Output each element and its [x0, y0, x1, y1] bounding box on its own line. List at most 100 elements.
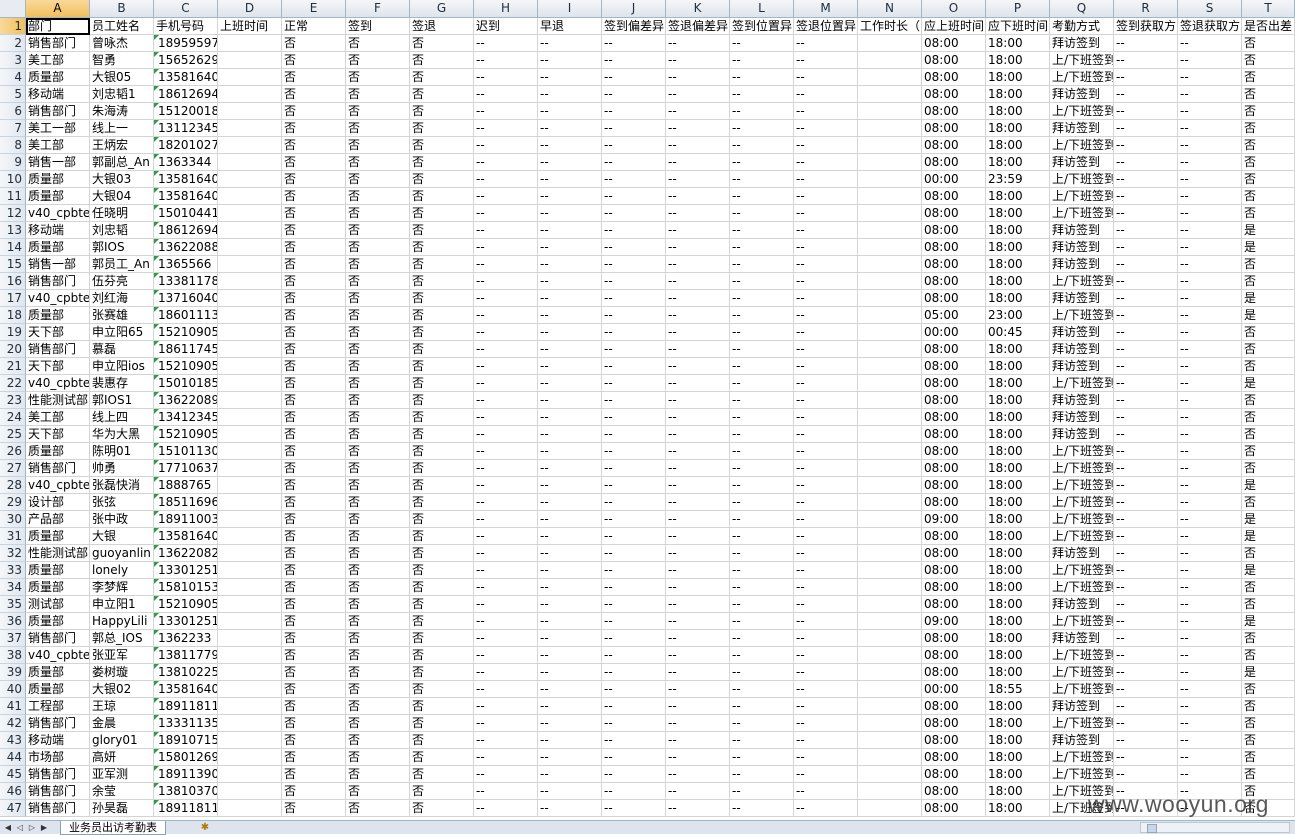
table-cell[interactable]: 08:00 [922, 409, 986, 426]
table-cell[interactable]: -- [1178, 698, 1242, 715]
table-cell[interactable]: -- [1178, 715, 1242, 732]
table-cell[interactable]: 否 [1242, 86, 1295, 103]
column-header-d[interactable]: D [218, 0, 282, 18]
table-cell[interactable]: 08:00 [922, 35, 986, 52]
table-cell[interactable]: 否 [410, 528, 474, 545]
table-cell[interactable]: 否 [346, 69, 410, 86]
table-cell[interactable]: 15801269933 [154, 749, 218, 766]
table-cell[interactable] [218, 630, 282, 647]
table-cell[interactable]: -- [1114, 511, 1178, 528]
table-cell[interactable] [218, 511, 282, 528]
table-cell[interactable]: 否 [282, 222, 346, 239]
table-cell[interactable]: -- [794, 800, 858, 817]
table-cell[interactable]: 否 [346, 562, 410, 579]
table-cell[interactable]: 大银 [90, 528, 154, 545]
table-cell[interactable]: 否 [346, 273, 410, 290]
table-cell[interactable]: -- [794, 188, 858, 205]
table-cell[interactable] [858, 596, 922, 613]
table-cell[interactable]: -- [538, 103, 602, 120]
table-cell[interactable]: 08:00 [922, 222, 986, 239]
table-cell[interactable]: 否 [346, 494, 410, 511]
table-cell[interactable]: -- [474, 375, 538, 392]
table-cell[interactable]: -- [538, 188, 602, 205]
table-cell[interactable]: 上/下班签到 [1050, 494, 1114, 511]
table-cell[interactable]: 否 [410, 732, 474, 749]
table-cell[interactable]: 否 [410, 630, 474, 647]
table-cell[interactable]: 上/下班签到 [1050, 477, 1114, 494]
table-cell[interactable]: 05:00 [922, 307, 986, 324]
table-cell[interactable]: -- [666, 715, 730, 732]
table-cell[interactable]: 否 [346, 290, 410, 307]
header-cell[interactable]: 工作时长（ [858, 18, 922, 35]
table-cell[interactable]: 18:00 [986, 409, 1050, 426]
table-cell[interactable]: -- [730, 256, 794, 273]
table-cell[interactable]: -- [666, 103, 730, 120]
table-cell[interactable]: -- [474, 460, 538, 477]
table-cell[interactable]: -- [1178, 222, 1242, 239]
table-cell[interactable]: 张弦 [90, 494, 154, 511]
table-cell[interactable]: -- [666, 324, 730, 341]
row-header[interactable]: 7 [0, 120, 26, 137]
table-cell[interactable]: -- [538, 800, 602, 817]
table-cell[interactable]: -- [730, 35, 794, 52]
table-cell[interactable]: 18911811509 [154, 698, 218, 715]
table-cell[interactable]: 否 [346, 443, 410, 460]
table-cell[interactable]: 否 [410, 562, 474, 579]
table-cell[interactable]: 任晓明 [90, 205, 154, 222]
table-cell[interactable]: 智勇 [90, 52, 154, 69]
column-header-j[interactable]: J [602, 0, 666, 18]
table-cell[interactable] [218, 443, 282, 460]
table-cell[interactable]: 上/下班签到 [1050, 307, 1114, 324]
table-cell[interactable]: 上/下班签到 [1050, 171, 1114, 188]
table-cell[interactable]: 08:00 [922, 358, 986, 375]
column-header-o[interactable]: O [922, 0, 986, 18]
table-cell[interactable]: -- [602, 392, 666, 409]
table-cell[interactable]: 美工部 [26, 137, 90, 154]
table-cell[interactable]: -- [1114, 647, 1178, 664]
table-cell[interactable]: 否 [410, 511, 474, 528]
table-cell[interactable]: 否 [1242, 273, 1295, 290]
table-cell[interactable]: -- [730, 69, 794, 86]
table-cell[interactable]: 否 [410, 766, 474, 783]
table-cell[interactable]: -- [1178, 426, 1242, 443]
table-cell[interactable]: -- [666, 137, 730, 154]
table-cell[interactable]: -- [794, 681, 858, 698]
table-cell[interactable]: -- [666, 732, 730, 749]
table-cell[interactable]: 拜访签到 [1050, 239, 1114, 256]
table-cell[interactable]: -- [474, 681, 538, 698]
table-cell[interactable]: 大银03 [90, 171, 154, 188]
table-cell[interactable]: 销售部门 [26, 630, 90, 647]
table-cell[interactable]: 张赛雄 [90, 307, 154, 324]
table-cell[interactable]: 否 [282, 409, 346, 426]
table-cell[interactable]: 否 [282, 358, 346, 375]
table-cell[interactable]: 否 [282, 290, 346, 307]
column-header-m[interactable]: M [794, 0, 858, 18]
table-cell[interactable]: -- [602, 511, 666, 528]
table-cell[interactable]: -- [602, 647, 666, 664]
table-cell[interactable]: 08:00 [922, 783, 986, 800]
table-cell[interactable]: 郭副总_An [90, 154, 154, 171]
table-cell[interactable]: 否 [410, 664, 474, 681]
table-cell[interactable]: -- [602, 171, 666, 188]
table-cell[interactable]: -- [1114, 103, 1178, 120]
table-cell[interactable]: -- [730, 698, 794, 715]
row-header[interactable]: 25 [0, 426, 26, 443]
table-cell[interactable]: -- [538, 358, 602, 375]
table-cell[interactable]: -- [474, 188, 538, 205]
table-cell[interactable]: 是 [1242, 375, 1295, 392]
table-cell[interactable]: 否 [1242, 154, 1295, 171]
table-cell[interactable]: 08:00 [922, 562, 986, 579]
table-cell[interactable]: -- [538, 681, 602, 698]
table-cell[interactable]: -- [474, 664, 538, 681]
table-cell[interactable]: 拜访签到 [1050, 409, 1114, 426]
table-cell[interactable]: -- [474, 52, 538, 69]
table-cell[interactable]: -- [474, 409, 538, 426]
table-cell[interactable]: -- [794, 426, 858, 443]
table-cell[interactable]: 否 [282, 783, 346, 800]
table-cell[interactable]: -- [730, 290, 794, 307]
table-cell[interactable]: 否 [346, 749, 410, 766]
table-cell[interactable]: 否 [410, 443, 474, 460]
table-cell[interactable]: 18911003401​0 [154, 511, 218, 528]
table-cell[interactable]: -- [666, 409, 730, 426]
table-cell[interactable]: 否 [282, 205, 346, 222]
